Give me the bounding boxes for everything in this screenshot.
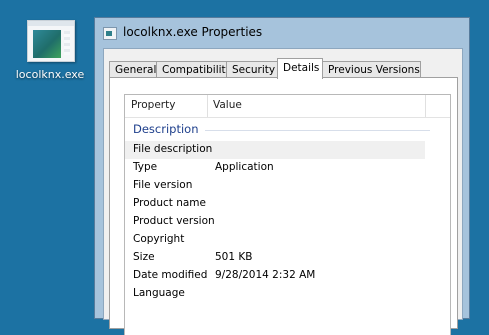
tab-previous-versions[interactable]: Previous Versions xyxy=(322,61,421,77)
property-name: Product version xyxy=(133,215,215,227)
column-value-header[interactable]: Value xyxy=(213,99,242,111)
property-name: Language xyxy=(133,287,185,299)
table-row[interactable]: Copyright xyxy=(125,231,425,249)
table-row[interactable]: File version xyxy=(125,177,425,195)
properties-window: locolknx.exe Properties General Compatib… xyxy=(94,17,470,335)
list-header: Property Value xyxy=(125,95,450,118)
property-name: Type xyxy=(133,161,158,173)
group-header-description: Description xyxy=(133,122,199,136)
table-row[interactable]: File description xyxy=(125,141,425,159)
property-name: Date modified xyxy=(133,269,208,281)
property-name: File description xyxy=(133,143,213,155)
title-bar[interactable]: locolknx.exe Properties xyxy=(95,18,469,48)
table-row[interactable]: Type Application xyxy=(125,159,425,177)
property-value: Application xyxy=(215,161,274,173)
property-name: Size xyxy=(133,251,155,263)
table-row[interactable]: Size 501 KB xyxy=(125,249,425,267)
tab-compatibility[interactable]: Compatibility xyxy=(156,61,232,77)
property-value: 9/28/2014 2:32 AM xyxy=(215,269,316,281)
property-value: 501 KB xyxy=(215,251,253,263)
column-property-header[interactable]: Property xyxy=(131,99,175,111)
table-row[interactable]: Product name xyxy=(125,195,425,213)
window-title: locolknx.exe Properties xyxy=(123,25,263,39)
exe-file-icon xyxy=(27,20,75,62)
desktop-icon-label: locolknx.exe xyxy=(15,68,85,81)
property-name: File version xyxy=(133,179,193,191)
tab-details[interactable]: Details xyxy=(277,58,323,79)
dialog-client-area: General Compatibility Security Details P… xyxy=(103,48,463,335)
desktop-file-icon[interactable]: locolknx.exe xyxy=(8,16,92,86)
property-name: Copyright xyxy=(133,233,185,245)
tab-general[interactable]: General xyxy=(109,61,157,77)
property-name: Product name xyxy=(133,197,206,209)
window-app-icon xyxy=(103,27,117,40)
details-list: Property Value Description File descript… xyxy=(124,94,451,335)
group-divider xyxy=(205,130,430,131)
table-row[interactable]: Date modified 9/28/2014 2:32 AM xyxy=(125,267,425,285)
tab-security[interactable]: Security xyxy=(226,61,278,77)
table-row[interactable]: Product version xyxy=(125,213,425,231)
table-row[interactable]: Language xyxy=(125,285,425,303)
details-panel: Property Value Description File descript… xyxy=(109,77,458,335)
